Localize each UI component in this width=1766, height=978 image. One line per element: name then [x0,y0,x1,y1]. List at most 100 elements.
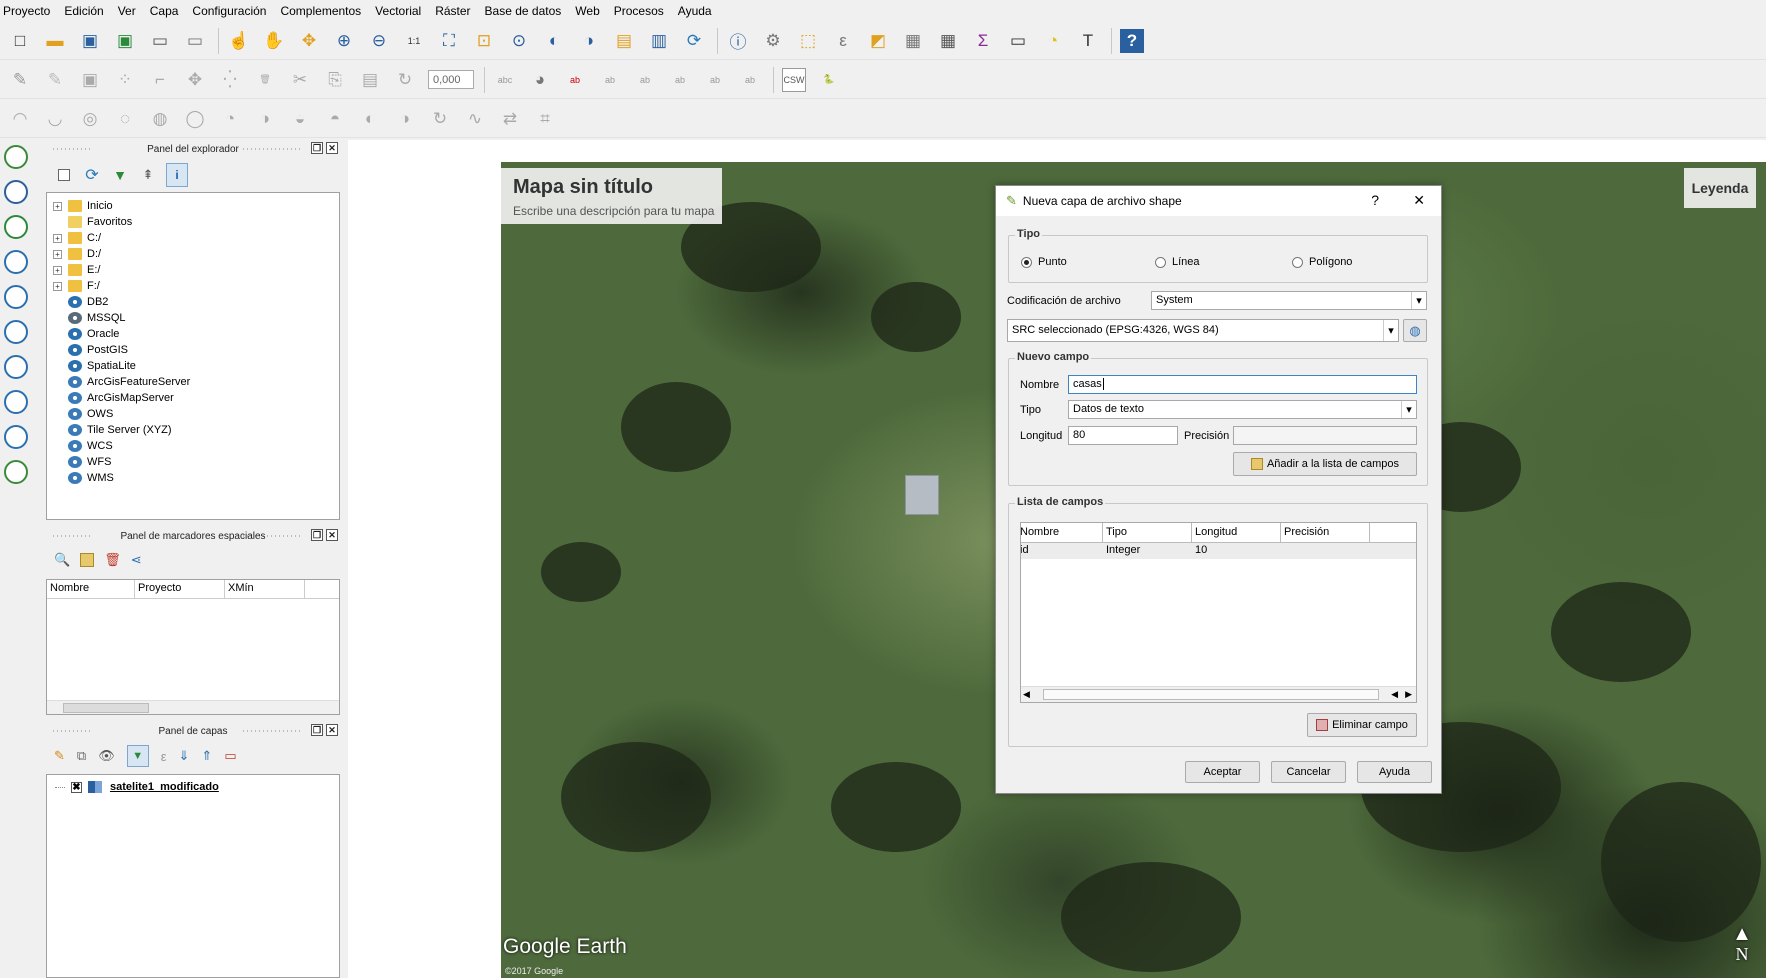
menu-11[interactable]: Ayuda [678,4,712,18]
add-group-icon[interactable]: ⧉ [77,748,86,764]
share-icon[interactable]: ⋖ [131,552,142,568]
menu-6[interactable]: Vectorial [375,4,421,18]
node-tool-icon[interactable]: ⁛ [218,68,242,92]
add-vector-layer-icon[interactable] [4,145,28,169]
current-edits-icon[interactable]: ✎ [8,68,32,92]
crs-select[interactable]: SRC seleccionado (EPSG:4326, WGS 84) ▾ [1007,319,1399,342]
field-name-input[interactable]: casas [1068,375,1417,394]
rotate-point-icon[interactable]: ↻ [393,68,417,92]
paste-features-icon[interactable]: ▤ [358,68,382,92]
expand-icon[interactable]: + [53,265,62,275]
change-label-icon[interactable]: ab [738,68,762,92]
expression-filter-icon[interactable]: ε [161,749,167,764]
pan-icon[interactable]: ✋ [262,29,286,53]
expand-all-icon[interactable]: ⇓ [179,748,190,764]
reverse-line-icon[interactable]: ⇄ [498,107,522,131]
zoom-to-layer-icon[interactable]: ⊙ [507,29,531,53]
menu-10[interactable]: Procesos [614,4,664,18]
float-icon[interactable]: ❐ [311,724,323,736]
field-type-select[interactable]: Datos de texto ▾ [1068,400,1417,419]
add-delimited-text-icon[interactable] [4,215,28,239]
filter-icon[interactable]: ▼ [110,163,130,187]
browser-item[interactable]: DB2 [53,294,339,310]
remove-layer-icon[interactable]: ▭ [224,748,236,764]
python-console-icon[interactable]: 🐍 [817,68,841,92]
length-input[interactable]: 80 [1068,426,1178,445]
measure-icon[interactable]: ▭ [1006,29,1030,53]
field-list-column-header[interactable]: Tipo [1103,523,1192,542]
browser-item[interactable]: WMS [53,470,339,486]
close-icon[interactable]: ✕ [326,529,338,541]
browser-item[interactable]: WFS [53,454,339,470]
zoom-native-icon[interactable]: 1:1 [402,29,426,53]
close-icon[interactable]: ✕ [326,142,338,154]
field-list-column-header[interactable]: Precisión [1281,523,1370,542]
field-list-column-header[interactable]: Longitud [1192,523,1281,542]
zoom-in-icon[interactable]: ⊕ [332,29,356,53]
help-icon[interactable]: ? [1371,192,1379,208]
pie-diagram-icon[interactable]: ◕ [528,68,552,92]
move-label-icon[interactable]: ab [668,68,692,92]
styling-icon[interactable]: ✎ [54,748,65,764]
browser-item[interactable]: + Inicio [53,198,339,214]
menu-4[interactable]: Configuración [192,4,266,18]
browser-item[interactable]: + C:/ [53,230,339,246]
run-action-icon[interactable]: ⚙ [761,29,785,53]
layout-manager-icon[interactable]: ▭ [183,29,207,53]
csw-icon[interactable]: CSW [782,67,806,92]
zoom-to-selection-icon[interactable]: ⊡ [472,29,496,53]
save-edits-icon[interactable]: ▣ [78,68,102,92]
scale-spinbox[interactable]: 0,000 [428,70,474,89]
float-icon[interactable]: ❐ [311,529,323,541]
trim-extend-icon[interactable]: ⌗ [533,107,557,131]
statistics-icon[interactable]: Σ [971,29,995,53]
browser-item[interactable]: PostGIS [53,342,339,358]
layer-item[interactable]: ✖ satelite1_modificado [55,779,339,795]
radio-polygon-indicator[interactable] [1292,256,1303,268]
add-wfs-layer-icon[interactable] [4,355,28,379]
split-parts-icon[interactable]: ◓ [323,107,347,131]
field-list-column-header[interactable]: Nombre [1021,523,1103,542]
show-hide-labels-icon[interactable]: ab [633,68,657,92]
browser-item[interactable]: OWS [53,406,339,422]
filter-legend-icon[interactable]: ▼ [126,745,149,767]
browser-item[interactable]: Favoritos [53,214,339,230]
zoom-to-bookmark-icon[interactable]: 🔍 [54,552,70,568]
field-list-scrollbar[interactable]: ◀ ◀ ▶ [1021,686,1416,702]
visibility-icon[interactable]: 👁 [98,748,115,764]
collapse-all-icon[interactable]: ⇑ [201,748,212,764]
vertex-tool-icon[interactable]: ⌐ [148,68,172,92]
remove-field-button[interactable]: Eliminar campo [1307,713,1417,737]
legend-box[interactable]: Leyenda [1684,168,1756,208]
scroll-right-icon[interactable]: ▶ [1405,689,1412,700]
refresh-icon[interactable]: ⟳ [82,163,102,187]
save-project-icon[interactable]: ▣ [78,29,102,53]
identify-icon[interactable]: ⓘ [726,29,750,53]
save-as-icon[interactable]: ▣ [113,29,137,53]
add-point-icon[interactable]: ⁘ [113,68,137,92]
label-icon[interactable]: abc [493,68,517,92]
split-features-icon[interactable]: ◒ [288,107,312,131]
delete-selected-icon[interactable]: 🗑 [253,68,277,92]
new-bookmark-icon[interactable]: ▤ [612,29,636,53]
bookmarks-scrollbar[interactable] [47,700,339,714]
add-virtual-layer-icon[interactable] [4,425,28,449]
menu-8[interactable]: Base de datos [485,4,562,18]
menu-2[interactable]: Ver [118,4,136,18]
close-icon[interactable]: ✕ [1413,192,1425,209]
precision-input[interactable] [1233,426,1417,445]
browser-item[interactable]: Tile Server (XYZ) [53,422,339,438]
accept-button[interactable]: Aceptar [1185,761,1260,783]
info-icon[interactable]: i [166,163,188,187]
select-features-icon[interactable]: ⬚ [796,29,820,53]
attribute-table-icon[interactable]: ▦ [901,29,925,53]
field-list-row[interactable]: id Integer 10 [1021,543,1416,559]
browser-item[interactable]: ArcGisMapServer [53,390,339,406]
menu-0[interactable]: Proyecto [3,4,50,18]
radio-line[interactable]: Línea [1155,256,1200,268]
toggle-editing-icon[interactable]: ✎ [43,68,67,92]
add-part-icon[interactable]: ◌ [113,107,137,131]
bookmarks-column-header[interactable]: Proyecto [135,580,225,598]
browser-item[interactable]: ArcGisFeatureServer [53,374,339,390]
offset-curve-icon[interactable]: ◑ [253,107,277,131]
